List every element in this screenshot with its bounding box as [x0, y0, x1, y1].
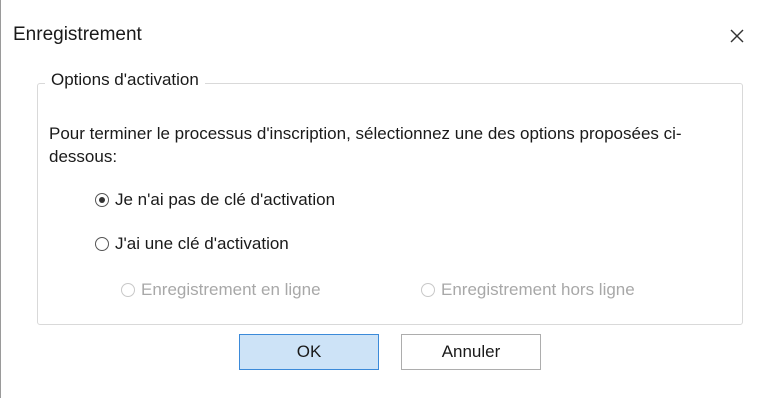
- instructions-text: Pour terminer le processus d'inscription…: [49, 124, 682, 166]
- radio-offline-registration[interactable]: Enregistrement hors ligne: [421, 280, 635, 300]
- registration-dialog: Enregistrement Options d'activation Pour…: [0, 0, 757, 398]
- radio-no-activation-key[interactable]: Je n'ai pas de clé d'activation: [95, 190, 335, 210]
- radio-have-activation-key-label: J'ai une clé d'activation: [115, 234, 289, 253]
- radio-have-activation-key[interactable]: J'ai une clé d'activation: [95, 234, 289, 254]
- radio-online-registration[interactable]: Enregistrement en ligne: [121, 280, 321, 300]
- ok-button[interactable]: OK: [239, 334, 379, 370]
- group-legend: Options d'activation: [45, 70, 205, 90]
- radio-disabled-icon: [421, 283, 435, 297]
- title-bar: Enregistrement: [1, 0, 757, 74]
- radio-no-activation-key-label: Je n'ai pas de clé d'activation: [115, 190, 336, 209]
- radio-disabled-icon: [121, 283, 135, 297]
- radio-online-registration-label: Enregistrement en ligne: [141, 280, 321, 299]
- cancel-button[interactable]: Annuler: [401, 334, 541, 370]
- radio-offline-registration-label: Enregistrement hors ligne: [441, 280, 635, 299]
- radio-unchecked-icon: [95, 237, 109, 251]
- close-icon: [730, 29, 744, 43]
- close-button[interactable]: [723, 22, 751, 50]
- window-title: Enregistrement: [13, 24, 142, 45]
- radio-checked-icon: [95, 193, 109, 207]
